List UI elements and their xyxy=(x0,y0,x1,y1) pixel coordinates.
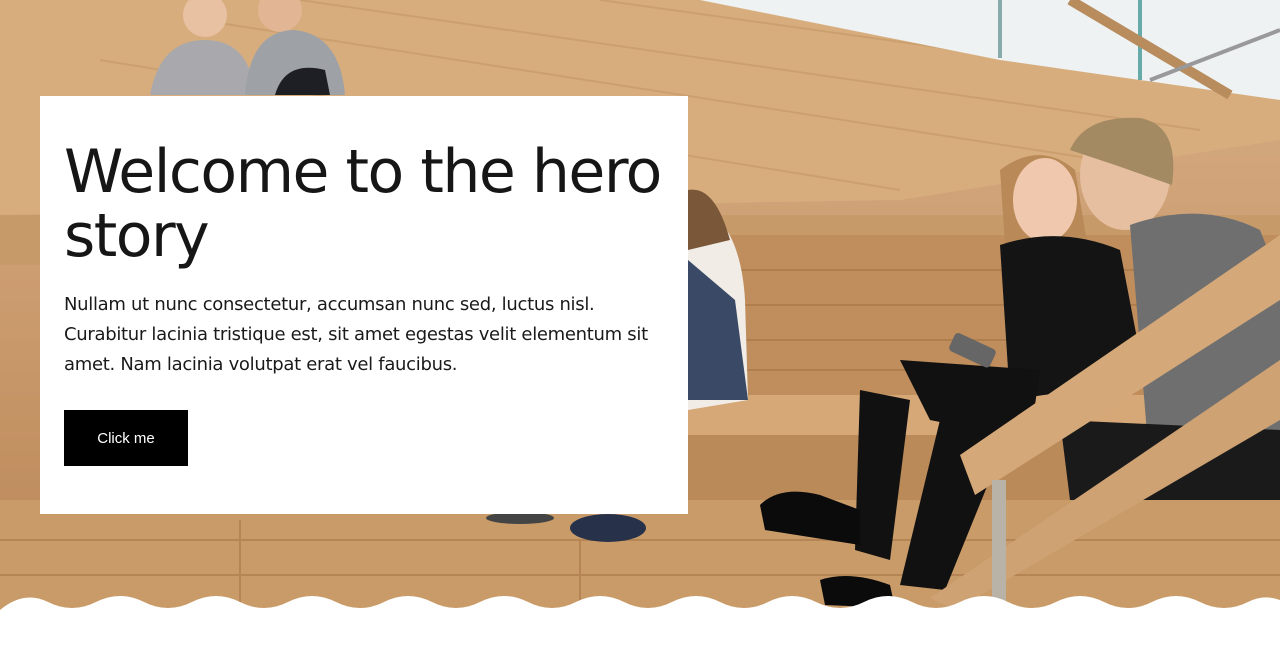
click-me-button[interactable]: Click me xyxy=(64,410,188,466)
hero-description: Nullam ut nunc consectetur, accumsan nun… xyxy=(64,294,648,375)
wave-divider xyxy=(0,596,1280,670)
hero-title: Welcome to the hero story xyxy=(64,137,662,271)
hero-card: Welcome to the hero story Nullam ut nunc… xyxy=(40,96,688,514)
